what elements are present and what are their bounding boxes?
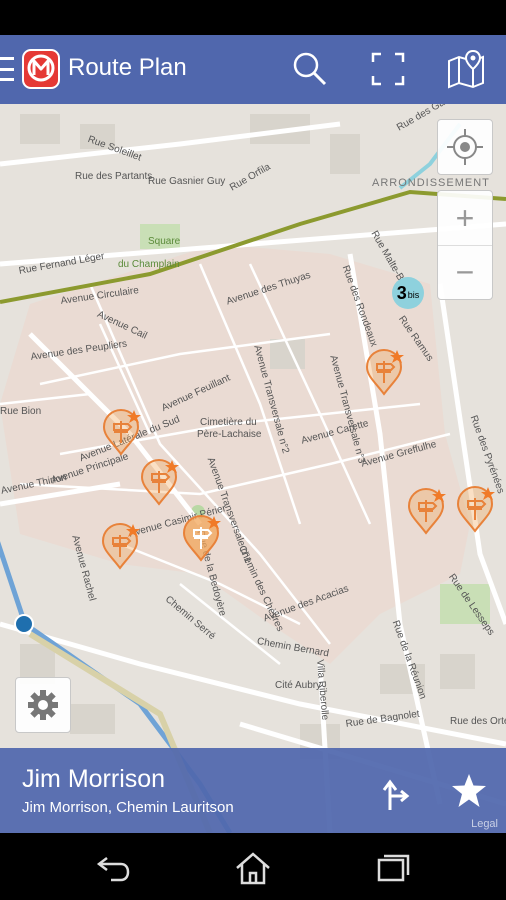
search-icon[interactable] <box>290 49 330 89</box>
poi-info-panel[interactable]: Jim Morrison Jim Morrison, Chemin Laurit… <box>0 748 506 833</box>
map-label: Cité Aubry <box>275 680 322 691</box>
directions-icon[interactable] <box>378 772 414 812</box>
system-nav-bar <box>0 833 506 900</box>
star-icon[interactable] <box>450 772 488 810</box>
map-pin-icon[interactable] <box>446 49 486 89</box>
poi-marker[interactable] <box>456 485 498 535</box>
app-bar: Route Plan <box>0 35 506 104</box>
map-label: ARRONDISSEMENT <box>372 177 490 189</box>
poi-marker-selected[interactable] <box>182 514 224 564</box>
map-label: Cimetière du <box>200 417 257 428</box>
zoom-in-button[interactable]: + <box>438 191 492 245</box>
map-label: Rue des Partants <box>75 171 153 182</box>
poi-marker[interactable] <box>140 458 182 508</box>
metro-line-badge[interactable]: 3 bis <box>392 277 424 309</box>
locate-button[interactable] <box>437 119 493 175</box>
map-label: Père-Lachaise <box>197 429 262 440</box>
map-label: Rue Gasnier Guy <box>148 176 226 187</box>
recents-icon[interactable] <box>373 850 413 886</box>
poi-marker[interactable] <box>365 348 407 398</box>
menu-icon[interactable] <box>0 57 14 81</box>
poi-marker[interactable] <box>407 487 449 537</box>
fullscreen-icon[interactable] <box>368 49 408 89</box>
legal-link[interactable]: Legal <box>471 818 498 830</box>
crosshair-icon <box>447 129 483 165</box>
back-icon[interactable] <box>93 850 133 886</box>
map-label: Rue des Orteaux <box>450 716 506 727</box>
zoom-controls: + − <box>437 190 493 300</box>
poi-title: Jim Morrison <box>22 765 166 793</box>
map-view[interactable]: Rue Soleillet Rue des Partants Rue Gasni… <box>0 104 506 833</box>
metro-m-logo-icon[interactable] <box>22 49 60 89</box>
map-label: du Champlain <box>118 259 180 270</box>
poi-subtitle: Jim Morrison, Chemin Lauritson <box>22 799 234 816</box>
gear-icon <box>28 690 58 720</box>
zoom-out-button[interactable]: − <box>438 245 492 299</box>
map-label: Square <box>148 236 181 247</box>
settings-button[interactable] <box>15 677 71 733</box>
home-icon[interactable] <box>233 850 273 886</box>
poi-marker[interactable] <box>102 408 144 458</box>
map-label: Rue Bion <box>0 406 42 417</box>
status-bar <box>0 0 506 35</box>
app-title: Route Plan <box>68 54 187 81</box>
metro-line-number: 3 <box>396 282 407 303</box>
poi-marker[interactable] <box>101 522 143 572</box>
metro-line-suffix: bis <box>407 290 420 300</box>
